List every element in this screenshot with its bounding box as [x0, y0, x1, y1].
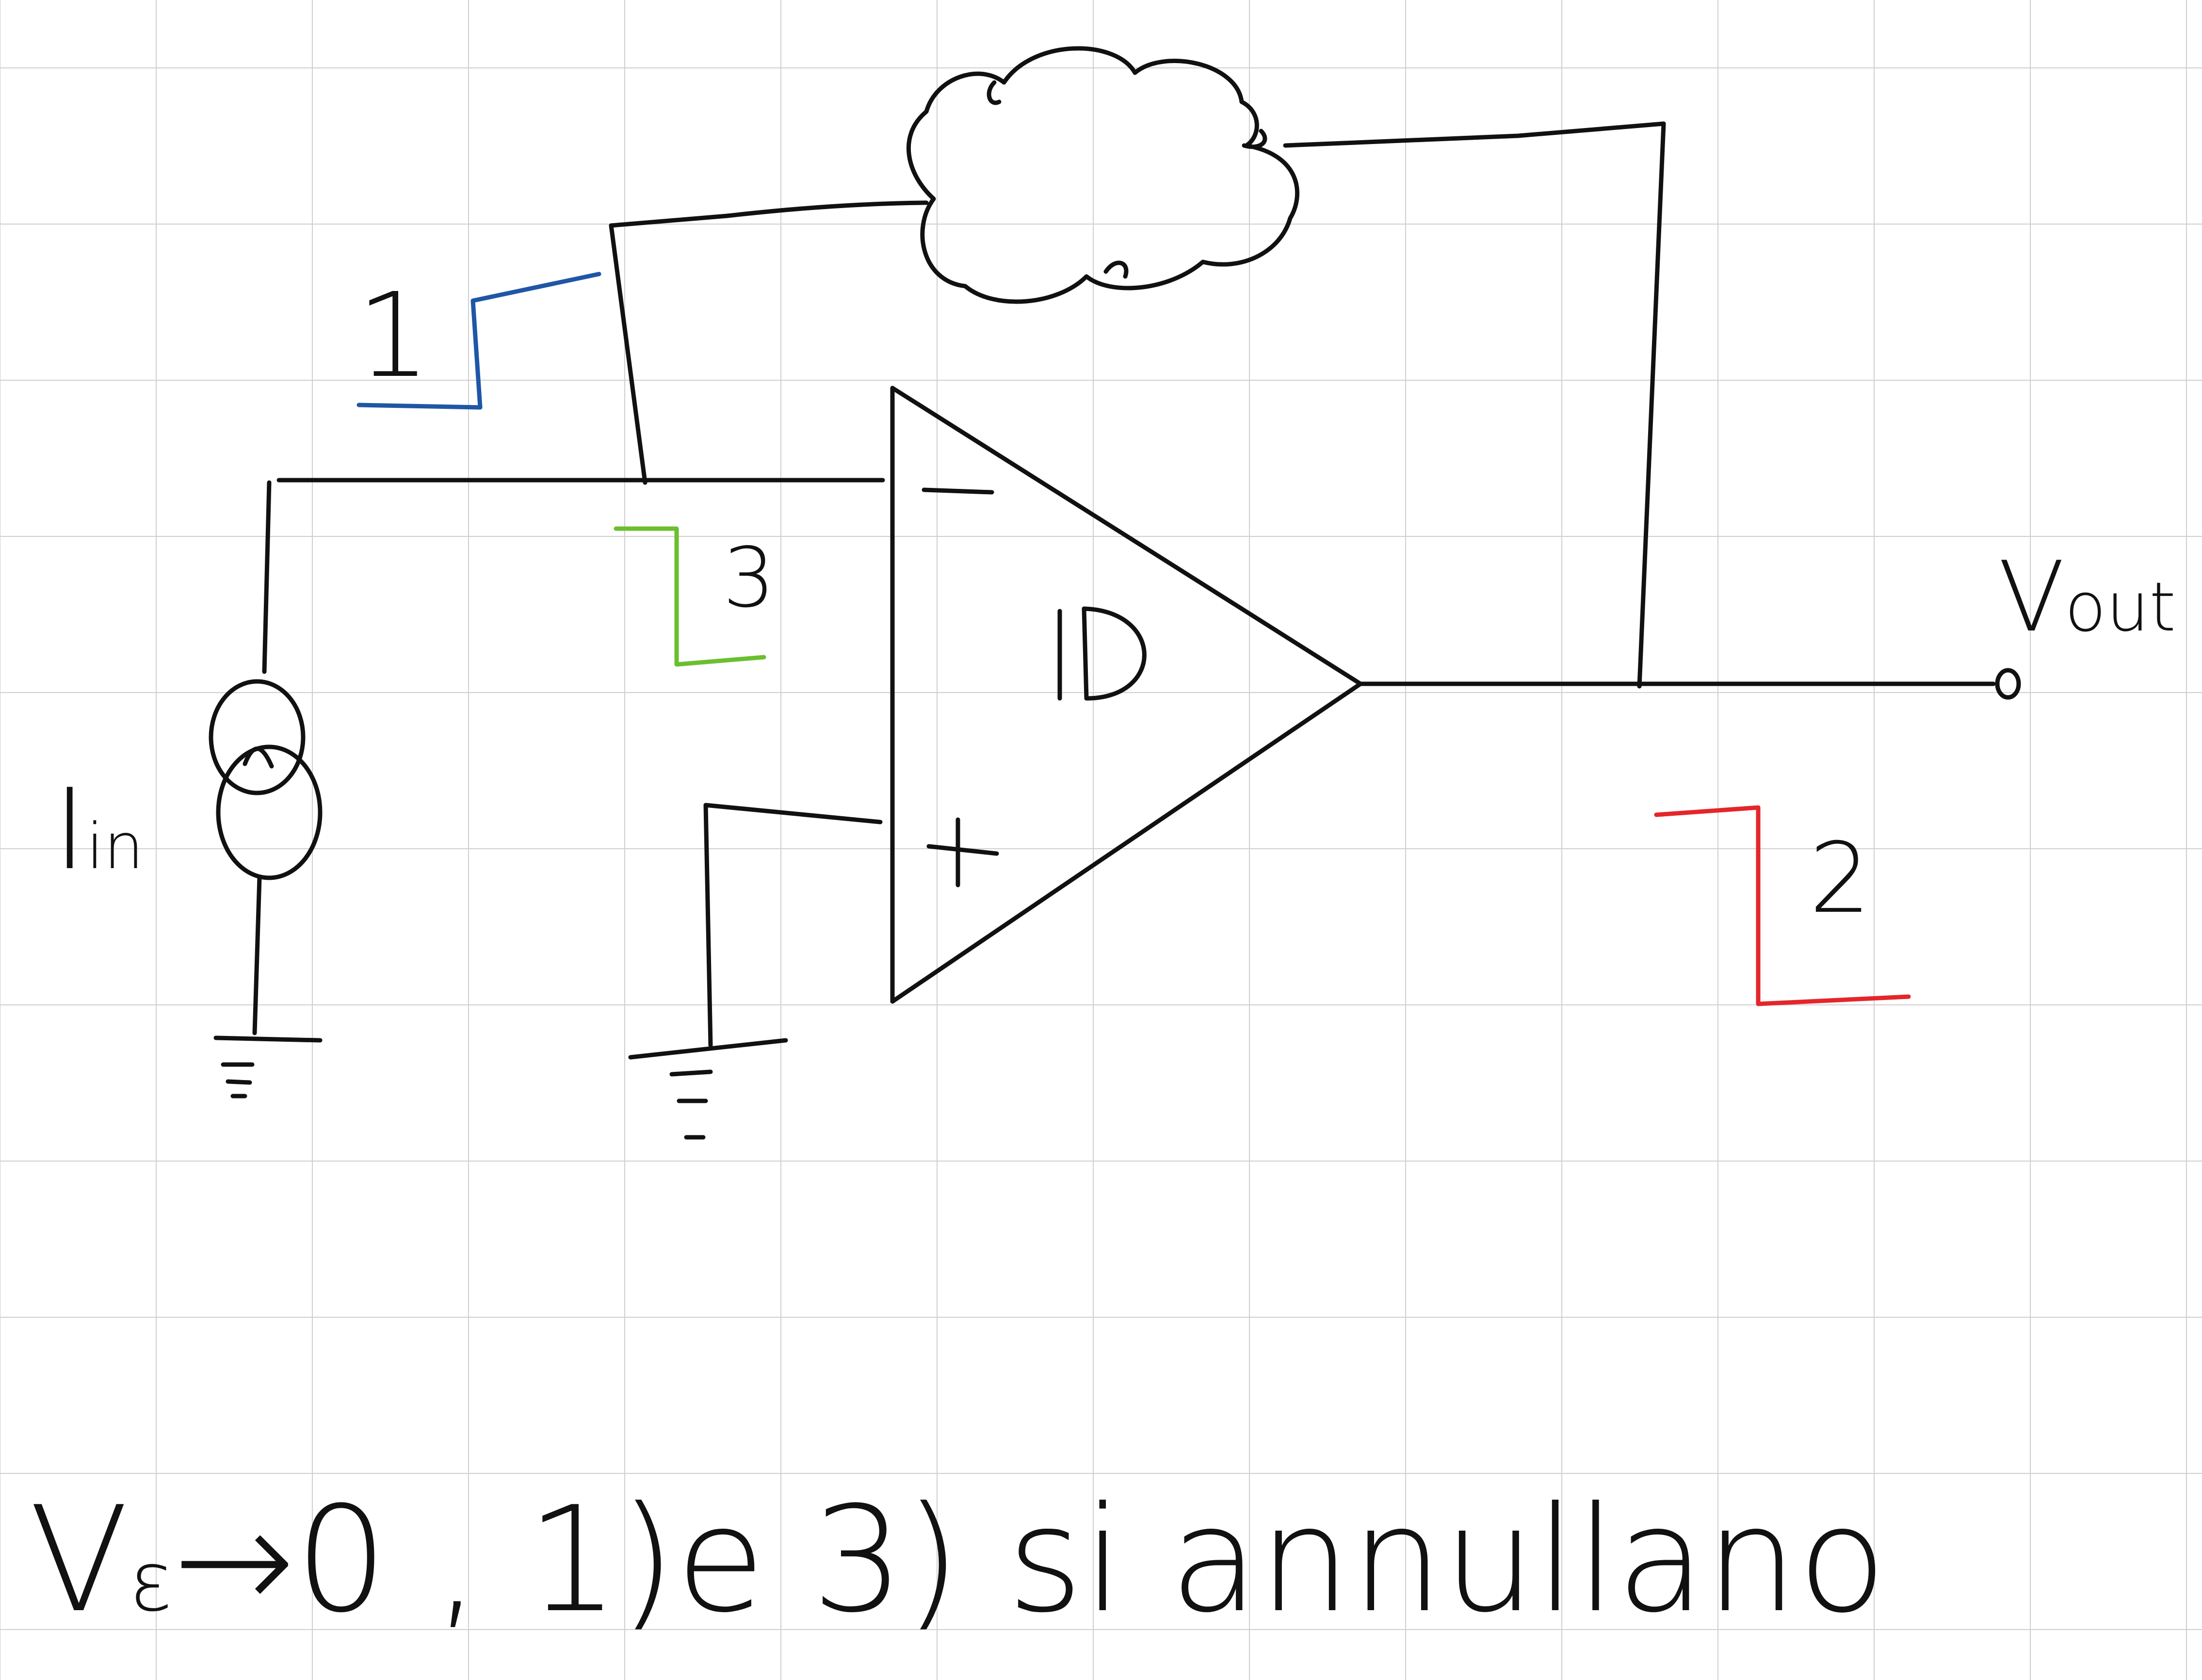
current-source-label-main: I	[53, 765, 86, 895]
output-terminal	[1995, 668, 2021, 700]
output-label-sub: out	[2065, 568, 2176, 647]
noninverting-input-wire	[703, 803, 883, 1048]
feedback-left-horizontal	[609, 200, 929, 228]
opamp-plus-sign	[926, 817, 999, 888]
feedback-left-vertical	[609, 223, 648, 485]
ground-middle	[628, 1038, 788, 1140]
current-source-circle-bottom	[216, 744, 323, 880]
source-bottom-wire	[252, 875, 262, 1035]
opamp-label-strokes	[1057, 606, 1147, 701]
note-text: Vε→0 , 1)e 3) si annullano	[29, 1475, 1887, 1645]
grid-lines	[0, 0, 2202, 1680]
output-label-main: V	[1998, 541, 2065, 654]
loop-2-label: 2	[1809, 822, 1871, 935]
loop-3-label: 3	[723, 530, 775, 626]
feedback-right-horizontal	[1283, 121, 1666, 148]
loop-1-label: 1	[356, 268, 431, 404]
output-label: Vout	[1998, 541, 2176, 654]
note-v-sub: ε	[129, 1534, 173, 1630]
note-rest: →0 , 1)e 3) si annullano	[173, 1475, 1887, 1645]
feedback-right-vertical	[1637, 121, 1666, 689]
cloud-curl-3	[1103, 260, 1129, 279]
diagram-canvas: Iin Vout 1 2 3 Vε→0 , 1)e 3) si annullan…	[0, 0, 2202, 1680]
ground-left	[213, 1035, 323, 1098]
source-top-wire	[262, 480, 272, 674]
feedback-network-cloud	[906, 46, 1300, 304]
opamp-minus-sign	[922, 487, 994, 495]
note-v-main: V	[29, 1475, 129, 1645]
cloud-curl-1	[987, 80, 1002, 105]
opamp-triangle	[890, 386, 1363, 1004]
current-source-label-sub: in	[86, 809, 144, 883]
current-source-label: Iin	[53, 765, 144, 895]
